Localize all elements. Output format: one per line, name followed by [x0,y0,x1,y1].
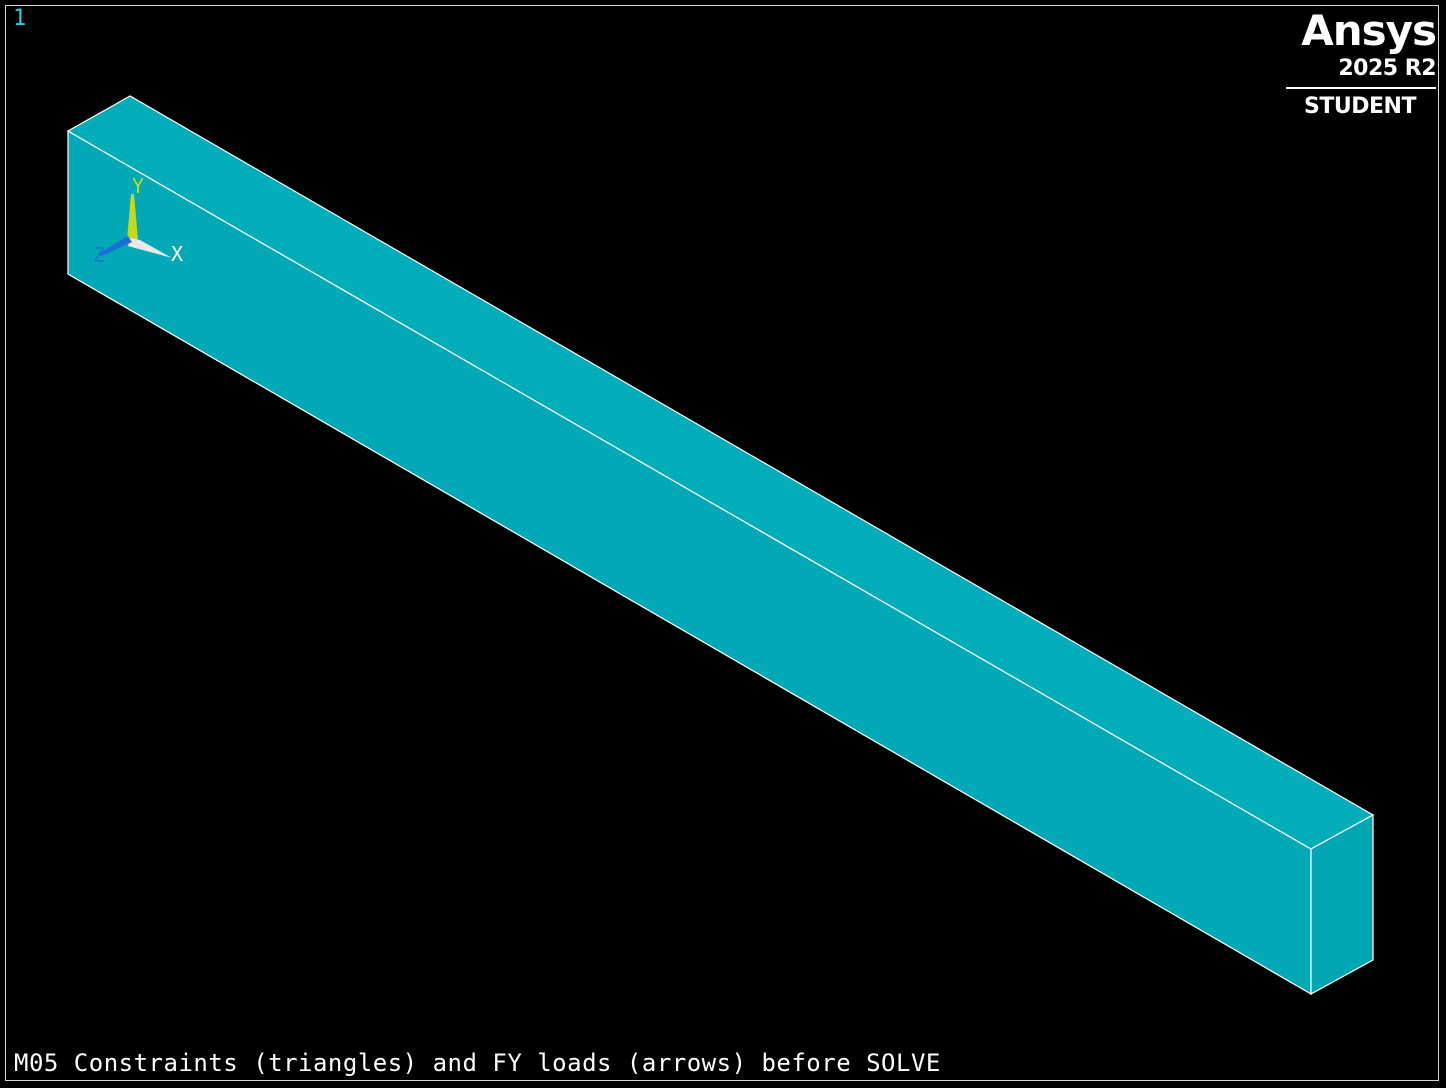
beam-front-face[interactable] [67,129,1312,996]
triad-x-label: X [171,242,183,266]
model-scene[interactable]: Y X Z [0,0,1446,1088]
beam-top-face[interactable] [66,95,1375,850]
triad-y-label: Y [132,174,144,198]
triad-z-label: Z [93,243,105,267]
plot-caption: M05 Constraints (triangles) and FY loads… [14,1049,941,1077]
graphics-viewport[interactable]: 1 Ansys 2025 R2 STUDENT Y X Z M05 Constr… [0,0,1446,1088]
